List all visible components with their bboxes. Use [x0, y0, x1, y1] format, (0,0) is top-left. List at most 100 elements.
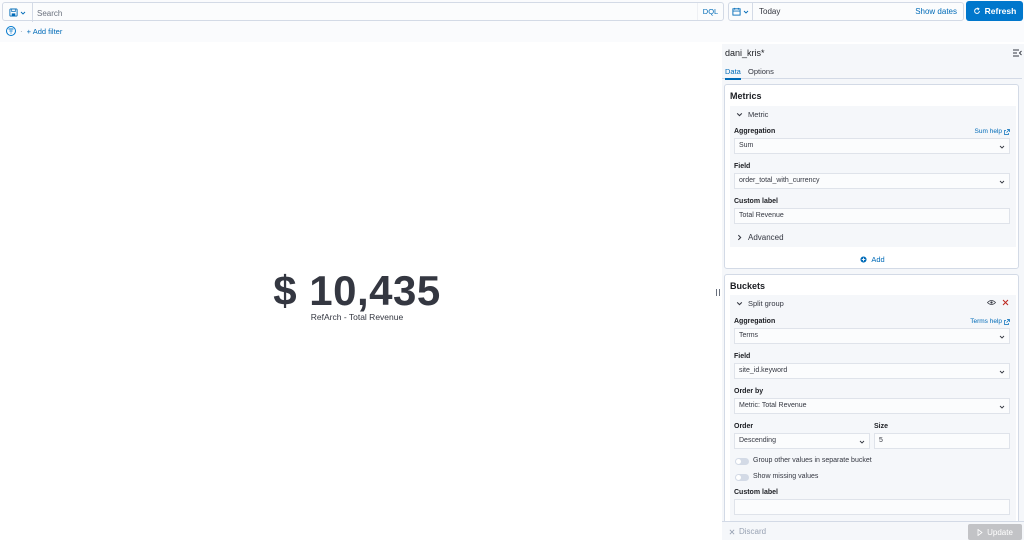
bucket-aggregation-select[interactable]: Terms	[734, 328, 1010, 344]
visualization-area: $ 10,435 RefArch - Total Revenue	[0, 44, 714, 540]
split-group-toggle[interactable]: Split group	[736, 299, 784, 308]
tab-data[interactable]: Data	[725, 67, 741, 80]
refresh-icon	[973, 7, 980, 14]
popout-icon	[1004, 128, 1010, 135]
remove-bucket-button[interactable]	[1002, 299, 1009, 306]
order-select[interactable]: Descending	[734, 433, 870, 449]
metrics-panel: Metrics Metric Aggregation Sum help Sum	[724, 84, 1019, 269]
query-language-button[interactable]: DQL	[697, 3, 723, 20]
terms-help-text: Terms help	[970, 318, 1002, 325]
chevron-down-icon	[999, 370, 1005, 374]
play-icon	[977, 528, 983, 536]
advanced-label: Advanced	[748, 233, 784, 242]
custom-label-label: Custom label	[734, 198, 778, 205]
custom-label-input[interactable]: Total Revenue	[734, 208, 1010, 224]
order-value: Descending	[739, 437, 776, 444]
cross-icon	[1002, 299, 1009, 306]
collapse-sidebar-button[interactable]	[1013, 49, 1022, 57]
order-by-value: Metric: Total Revenue	[739, 402, 807, 409]
bucket-field-value: site_id.keyword	[739, 367, 788, 374]
refresh-button[interactable]: Refresh	[966, 1, 1023, 21]
order-by-select[interactable]: Metric: Total Revenue	[734, 398, 1010, 414]
bucket-field-label: Field	[734, 353, 751, 360]
size-input[interactable]: 5	[874, 433, 1010, 449]
discard-button[interactable]: Discard	[729, 527, 766, 536]
update-label: Update	[987, 527, 1013, 537]
editor-tabs: Data Options	[722, 64, 1022, 80]
metric-accordion: Metric Aggregation Sum help Sum Field or…	[730, 106, 1016, 247]
aggregation-value: Sum	[739, 142, 754, 149]
filter-icon	[8, 28, 14, 34]
tab-options[interactable]: Options	[748, 67, 774, 76]
show-dates-link[interactable]: Show dates	[915, 7, 957, 16]
sum-help-text: Sum help	[974, 128, 1002, 135]
field-select[interactable]: order_total_with_currency	[734, 173, 1010, 189]
chevron-down-icon	[20, 11, 26, 15]
custom-label-value: Total Revenue	[739, 212, 784, 219]
date-range-value[interactable]: Today	[759, 7, 780, 16]
quick-date-menu-button[interactable]	[729, 3, 753, 20]
advanced-toggle[interactable]: Advanced	[736, 233, 784, 242]
saved-queries-button[interactable]	[3, 3, 33, 22]
bucket-aggregation-label: Aggregation	[734, 318, 776, 325]
bucket-custom-label-input[interactable]	[734, 499, 1010, 515]
resize-grip-icon	[716, 289, 720, 296]
metrics-title: Metrics	[730, 91, 762, 101]
chevron-down-icon	[999, 180, 1005, 184]
calendar-icon	[732, 7, 741, 16]
search-input[interactable]	[37, 7, 697, 20]
bucket-custom-label-label: Custom label	[734, 489, 778, 496]
sum-help-link[interactable]: Sum help	[975, 128, 1010, 135]
group-other-switch[interactable]	[735, 458, 749, 465]
filter-separator: ·	[20, 26, 23, 36]
field-label: Field	[734, 163, 751, 170]
split-group-accordion: Split group Aggregation Terms help Terms…	[730, 295, 1016, 523]
metric-label: RefArch - Total Revenue	[310, 312, 404, 322]
bucket-aggregation-value: Terms	[739, 332, 759, 339]
buckets-title: Buckets	[730, 281, 766, 291]
eye-icon	[987, 300, 996, 305]
discard-label: Discard	[739, 527, 767, 536]
refresh-label: Refresh	[984, 6, 1017, 16]
metric-accordion-title: Metric	[748, 110, 769, 119]
cross-icon	[729, 529, 735, 534]
size-label: Size	[874, 423, 889, 430]
editor-footer: Discard Update	[722, 521, 1024, 540]
editor-sidebar: dani_kris* Data Options Metrics Metric A…	[722, 44, 1024, 540]
chevron-down-icon	[736, 112, 743, 117]
bucket-field-select[interactable]: site_id.keyword	[734, 363, 1010, 379]
menu-left-icon	[1013, 49, 1022, 57]
add-metric-button[interactable]: Add	[725, 255, 1020, 264]
split-group-title: Split group	[748, 299, 784, 308]
popout-icon	[1004, 318, 1010, 325]
chevron-down-icon	[859, 440, 865, 444]
aggregation-select[interactable]: Sum	[734, 138, 1010, 154]
aggregation-label: Aggregation	[734, 128, 776, 135]
metric-accordion-toggle[interactable]: Metric	[736, 110, 768, 119]
add-filter-button[interactable]: + Add filter	[27, 27, 63, 36]
chevron-right-icon	[737, 234, 742, 241]
save-icon	[9, 8, 18, 17]
add-metric-label: Add	[871, 255, 885, 264]
search-box: DQL	[2, 2, 724, 22]
order-by-label: Order by	[734, 388, 764, 395]
filter-options-button[interactable]	[6, 26, 16, 36]
chevron-down-icon	[999, 405, 1005, 409]
index-pattern-title: dani_kris*	[725, 48, 765, 58]
show-missing-label: Show missing values	[753, 473, 819, 480]
chevron-down-icon	[999, 335, 1005, 339]
field-value: order_total_with_currency	[739, 177, 820, 184]
size-value: 5	[879, 437, 883, 444]
group-other-label: Group other values in separate bucket	[753, 457, 872, 464]
date-picker: Today Show dates	[728, 2, 964, 21]
toggle-visibility-button[interactable]	[987, 299, 996, 306]
metric-value: $ 10,435	[273, 267, 441, 314]
order-label: Order	[734, 423, 754, 430]
panel-resizer[interactable]	[714, 44, 722, 540]
chevron-down-icon	[743, 10, 749, 14]
plus-circle-icon	[860, 256, 867, 263]
show-missing-switch[interactable]	[735, 474, 749, 481]
buckets-panel: Buckets Split group Aggregation Terms he…	[724, 274, 1019, 524]
update-button[interactable]: Update	[968, 524, 1022, 540]
terms-help-link[interactable]: Terms help	[970, 318, 1010, 325]
